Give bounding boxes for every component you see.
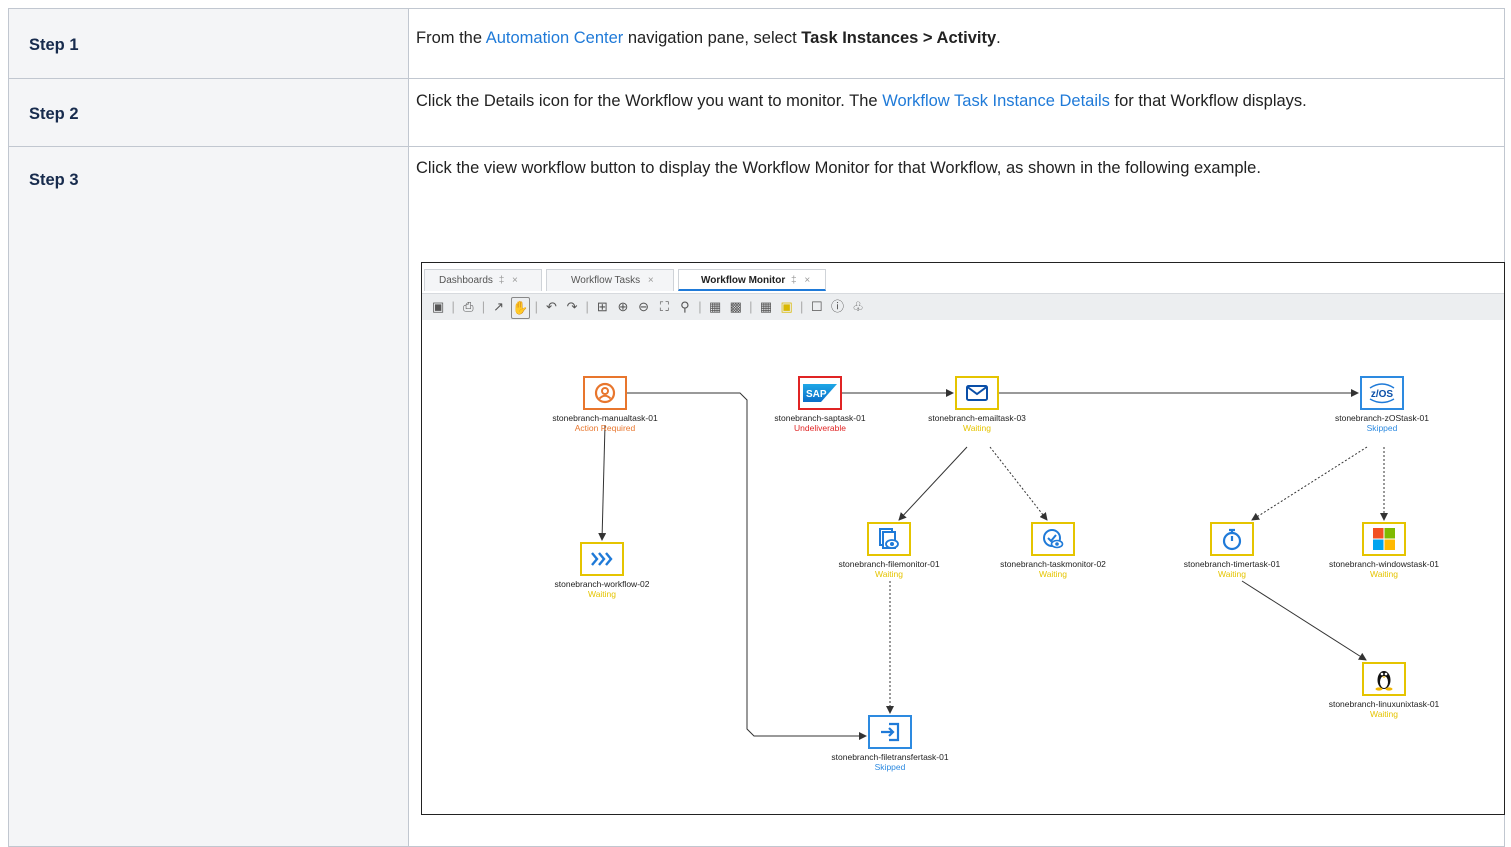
linux-penguin-icon xyxy=(1374,667,1394,691)
edge-manual-to-workflow xyxy=(598,424,607,541)
step-row: Step 1 From the Automation Center naviga… xyxy=(8,8,1505,79)
workflow-node-ftp[interactable] xyxy=(868,715,912,749)
step-label: Step 1 xyxy=(8,8,409,79)
workflow-node-workflow[interactable] xyxy=(580,542,624,576)
workflow-chevrons-icon xyxy=(589,550,615,568)
node-status: Waiting xyxy=(1038,569,1068,579)
workflow-node-timer[interactable] xyxy=(1210,522,1254,556)
edge-email-to-taskmon xyxy=(989,446,1048,521)
envelope-icon xyxy=(965,384,989,402)
step-text: . xyxy=(996,29,1001,47)
step-text: Click the Details icon for the Workflow … xyxy=(416,92,883,110)
automation-center-link[interactable]: Automation Center xyxy=(486,29,624,47)
step-label: Step 3 xyxy=(8,146,409,847)
node-status: Waiting xyxy=(962,423,992,433)
workflow-node-manual[interactable] xyxy=(583,376,627,410)
edge-zos-to-timer xyxy=(1251,446,1368,521)
workflow-node-email[interactable] xyxy=(955,376,999,410)
node-status: Waiting xyxy=(1369,709,1399,719)
node-status: Waiting xyxy=(1369,569,1399,579)
file-transfer-icon xyxy=(879,721,901,743)
workflow-node-filemon[interactable] xyxy=(867,522,911,556)
workflow-node-linux[interactable] xyxy=(1362,662,1406,696)
file-monitor-icon xyxy=(877,527,901,551)
workflow-task-instance-details-link[interactable]: Workflow Task Instance Details xyxy=(882,92,1110,110)
workflow-graph xyxy=(598,389,1388,740)
workflow-node-zos[interactable]: z/OS xyxy=(1360,376,1404,410)
edge-timer-to-linux xyxy=(1241,580,1367,661)
step-text: Click the view workflow button to displa… xyxy=(416,159,1261,177)
node-status: Skipped xyxy=(1366,423,1398,433)
node-name: stonebranch-zOStask-01 xyxy=(1334,413,1430,423)
task-monitor-icon xyxy=(1041,527,1065,551)
node-status: Waiting xyxy=(587,589,617,599)
node-name: stonebranch-taskmonitor-02 xyxy=(1000,559,1106,569)
workflow-monitor-screenshot: Dashboards ‡ × Workflow Tasks × Workflow… xyxy=(421,262,1505,815)
node-name: stonebranch-windowstask-01 xyxy=(1328,559,1440,569)
node-name: stonebranch-linuxunixtask-01 xyxy=(1328,699,1440,709)
node-name: stonebranch-workflow-02 xyxy=(554,579,650,589)
sap-logo-icon: SAP xyxy=(803,384,837,402)
edge-email-to-filemon xyxy=(898,446,968,521)
user-circle-icon xyxy=(594,382,616,404)
step-description: Click the Details icon for the Workflow … xyxy=(408,78,1505,147)
menu-path: Task Instances > Activity xyxy=(801,29,997,47)
stopwatch-icon xyxy=(1221,527,1243,551)
node-name: stonebranch-emailtask-03 xyxy=(928,413,1026,423)
step-text: From the xyxy=(416,29,486,47)
step-row: Step 2 Click the Details icon for the Wo… xyxy=(8,78,1505,147)
node-status: Action Required xyxy=(574,423,636,433)
workflow-node-sap[interactable]: SAP xyxy=(798,376,842,410)
svg-text:z/OS: z/OS xyxy=(1371,389,1394,400)
workflow-node-windows[interactable] xyxy=(1362,522,1406,556)
svg-text:SAP: SAP xyxy=(806,389,827,400)
workflow-node-taskmon[interactable] xyxy=(1031,522,1075,556)
node-name: stonebranch-filetransfertask-01 xyxy=(831,752,949,762)
step-label: Step 2 xyxy=(8,78,409,147)
step-text: navigation pane, select xyxy=(623,29,802,47)
step-description: From the Automation Center navigation pa… xyxy=(408,8,1505,79)
step-text: for that Workflow displays. xyxy=(1109,92,1307,110)
node-status: Skipped xyxy=(874,762,906,772)
node-name: stonebranch-manualtask-01 xyxy=(552,413,658,423)
zos-icon: z/OS xyxy=(1365,380,1399,406)
windows-logo-icon xyxy=(1372,527,1396,551)
